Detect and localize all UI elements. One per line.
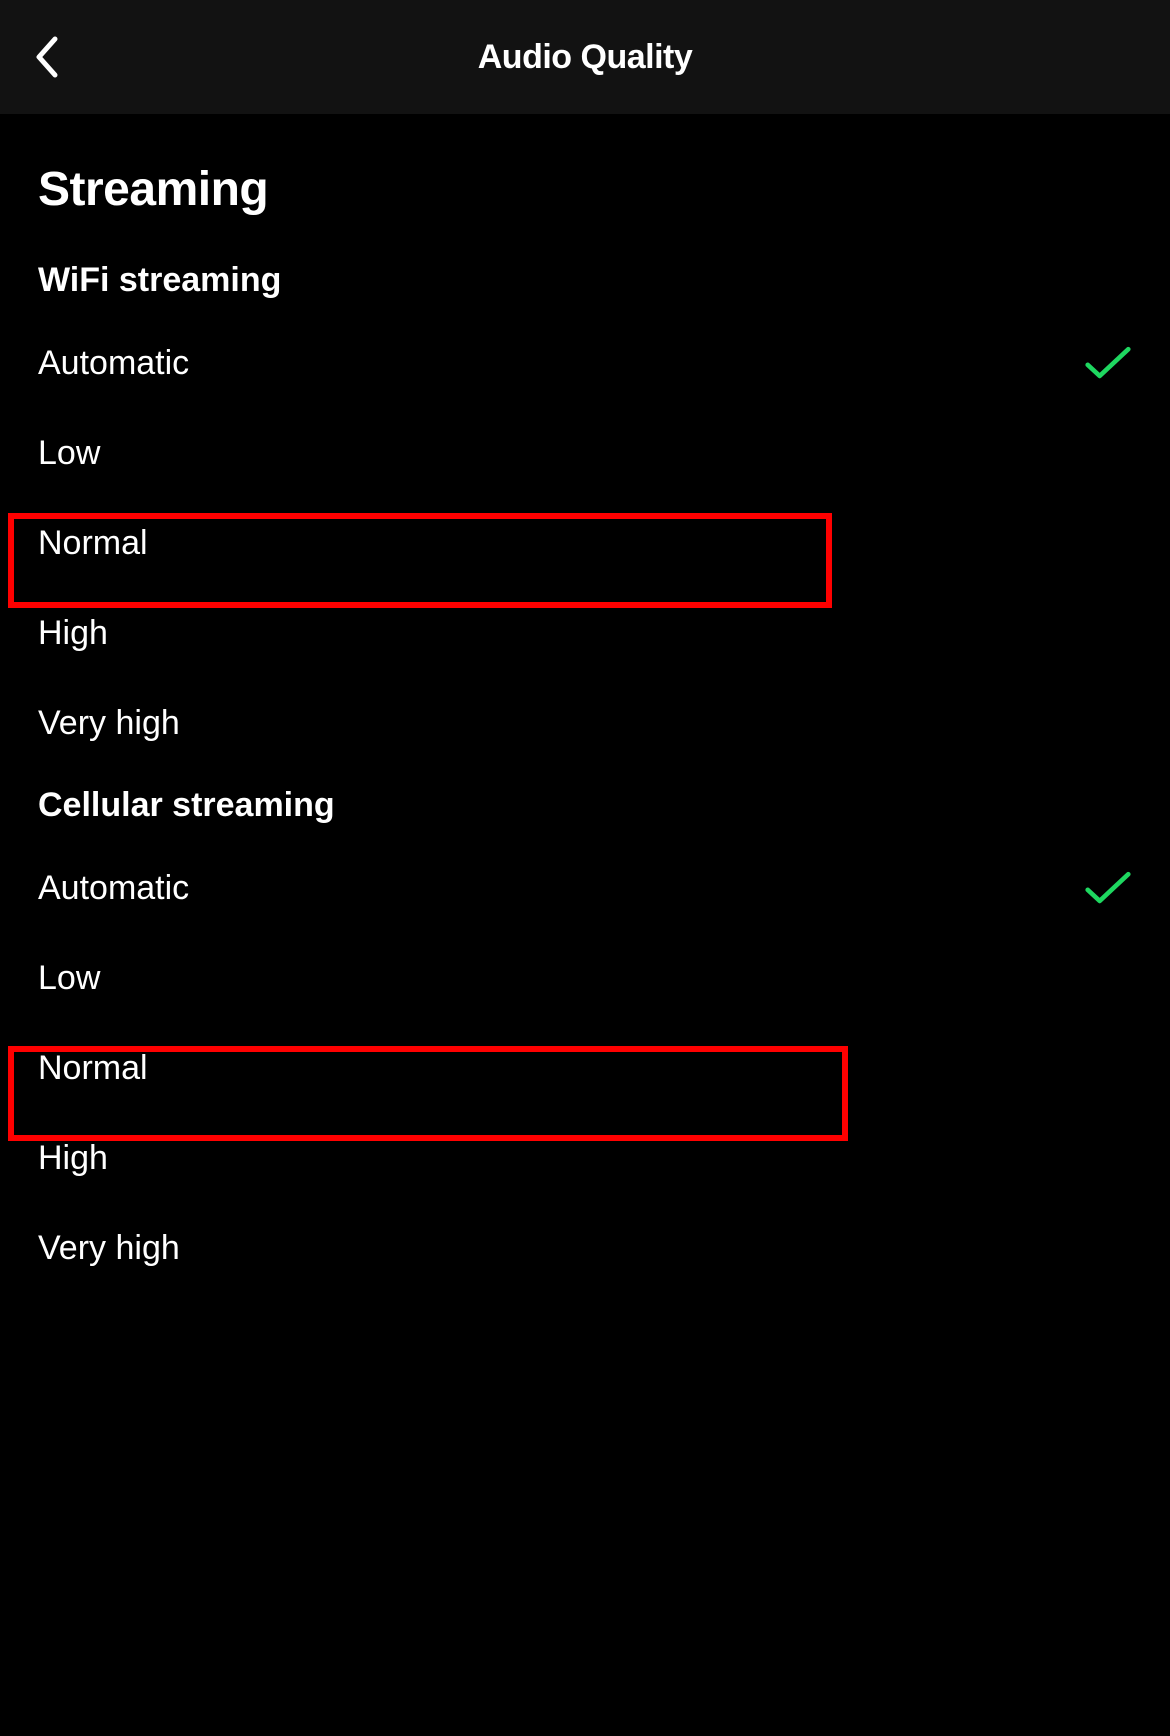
option-label: Normal [38,524,148,563]
cellular-option-very-high[interactable]: Very high [0,1203,1170,1293]
wifi-option-low[interactable]: Low [0,408,1170,498]
option-label: Automatic [38,344,189,383]
option-label: Low [38,434,100,473]
page-title: Audio Quality [0,38,1170,77]
option-label: Low [38,959,100,998]
section-title-streaming: Streaming [0,162,1170,261]
cellular-option-high[interactable]: High [0,1113,1170,1203]
content: Streaming WiFi streaming Automatic Low N… [0,114,1170,1293]
wifi-option-high[interactable]: High [0,588,1170,678]
option-label: Very high [38,1229,180,1268]
cellular-option-automatic[interactable]: Automatic [0,843,1170,933]
option-label: High [38,1139,108,1178]
header: Audio Quality [0,0,1170,114]
cellular-option-normal[interactable]: Normal [0,1023,1170,1113]
check-icon [1084,339,1132,387]
option-label: Very high [38,704,180,743]
cellular-option-low[interactable]: Low [0,933,1170,1023]
wifi-option-automatic[interactable]: Automatic [0,318,1170,408]
option-label: Normal [38,1049,148,1088]
chevron-left-icon [33,35,61,79]
check-icon [1084,864,1132,912]
wifi-option-normal[interactable]: Normal [0,498,1170,588]
wifi-option-very-high[interactable]: Very high [0,678,1170,768]
option-label: Automatic [38,869,189,908]
back-button[interactable] [22,32,72,82]
option-label: High [38,614,108,653]
cellular-streaming-title: Cellular streaming [0,768,1170,843]
wifi-streaming-title: WiFi streaming [0,261,1170,318]
